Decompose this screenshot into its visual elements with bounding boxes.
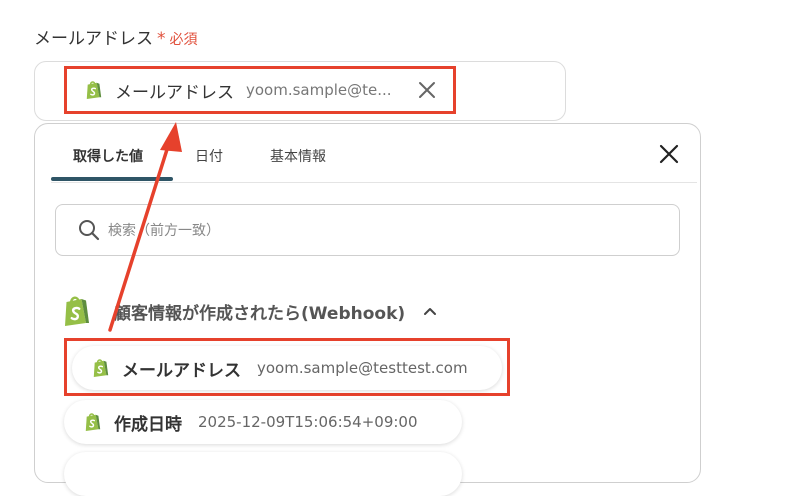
- email-field-label: メールアドレス * 必須: [34, 24, 198, 49]
- active-tab-indicator: [51, 177, 173, 181]
- chip-remove-icon[interactable]: [418, 81, 436, 99]
- item-label: メールアドレス: [122, 360, 241, 381]
- item-value: yoom.sample@testtest.com: [257, 359, 468, 377]
- required-asterisk: *: [157, 29, 166, 49]
- close-icon[interactable]: [657, 142, 681, 166]
- list-item-created-at[interactable]: 作成日時 2025-12-09T15:06:54+09:00: [64, 400, 462, 444]
- list-item-partial[interactable]: [64, 452, 462, 496]
- item-label: 作成日時: [114, 414, 182, 435]
- group-header[interactable]: 顧客情報が作成されたら(Webhook): [62, 294, 437, 328]
- tab-basic-info[interactable]: 基本情報: [270, 146, 326, 166]
- tab-date[interactable]: 日付: [195, 146, 223, 166]
- shopify-icon: [85, 413, 101, 432]
- group-title: 顧客情報が作成されたら(Webhook): [114, 303, 406, 324]
- field-label-text: メールアドレス: [34, 29, 153, 49]
- selected-value-chip[interactable]: メールアドレス yoom.sample@te...: [64, 66, 456, 114]
- tab-retrieved-values[interactable]: 取得した値: [73, 146, 143, 166]
- shopify-icon: [86, 81, 102, 100]
- search-input[interactable]: 検索（前方一致）: [55, 204, 680, 256]
- shopify-icon: [93, 359, 109, 378]
- search-icon: [79, 220, 100, 241]
- chevron-up-icon[interactable]: [423, 306, 437, 316]
- chip-label: メールアドレス: [115, 82, 234, 103]
- chip-value: yoom.sample@te...: [246, 81, 392, 99]
- item-value: 2025-12-09T15:06:54+09:00: [198, 413, 418, 431]
- required-text: 必須: [169, 32, 198, 48]
- search-placeholder: 検索（前方一致）: [108, 223, 220, 239]
- shopify-icon: [63, 296, 91, 328]
- list-item-email[interactable]: メールアドレス yoom.sample@testtest.com: [72, 346, 502, 390]
